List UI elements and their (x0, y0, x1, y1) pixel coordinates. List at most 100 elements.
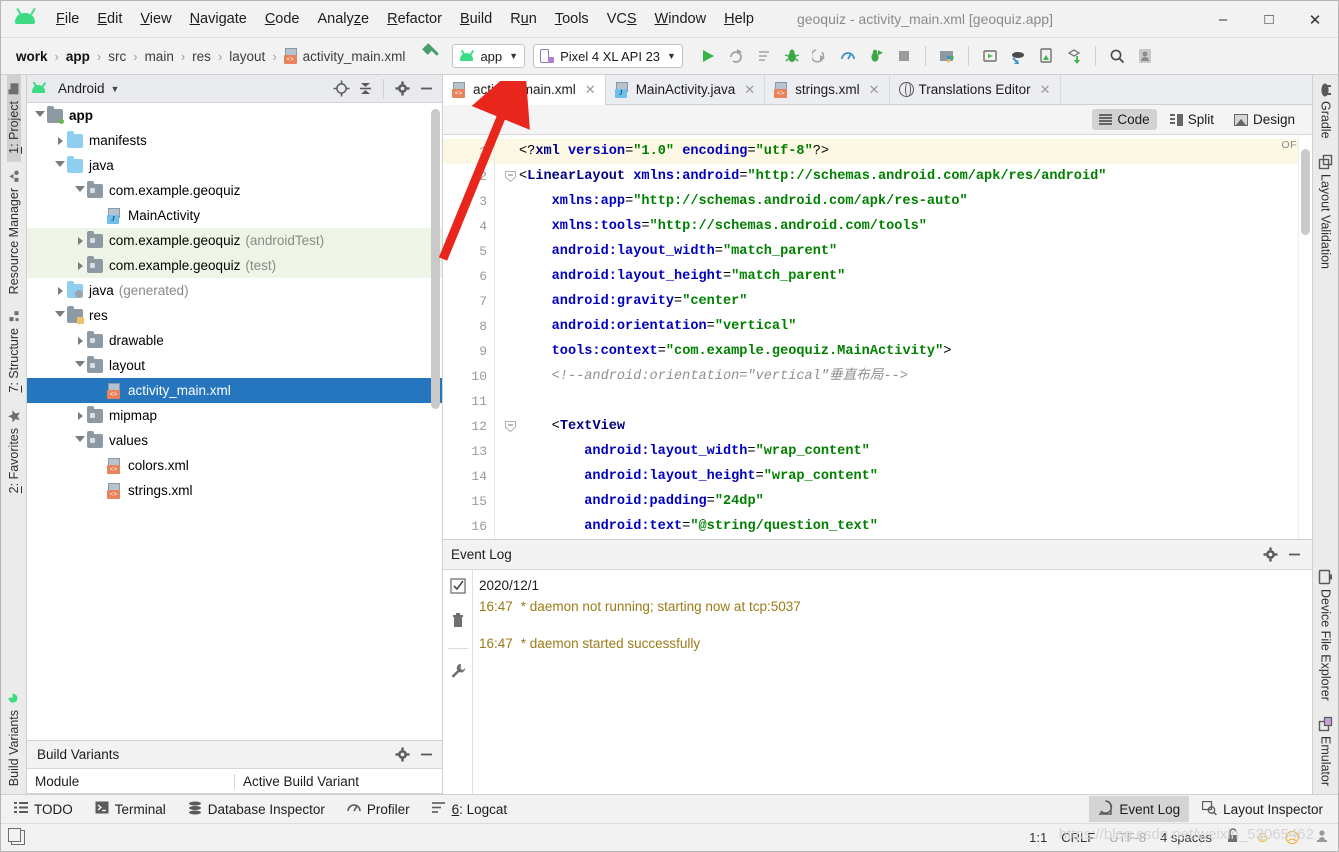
chevron-right-icon[interactable] (73, 261, 87, 270)
code-line[interactable]: <?xml version="1.0" encoding="utf-8"?> (495, 139, 1298, 164)
mark-read-icon[interactable] (449, 578, 466, 599)
tree-item-layout[interactable]: layout (27, 353, 442, 378)
code-line[interactable] (495, 389, 1298, 414)
breadcrumb-item-res[interactable]: res (189, 49, 214, 64)
code-line[interactable]: <LinearLayout xmlns:android="http://sche… (495, 164, 1298, 189)
locate-icon[interactable] (329, 78, 353, 100)
bottom-tab-event-log[interactable]: Event Log (1089, 796, 1190, 822)
file-encoding[interactable]: UTF-8 (1109, 830, 1146, 845)
tree-item-app[interactable]: app (27, 103, 442, 128)
bottom-tab-layout-inspector[interactable]: Layout Inspector (1193, 797, 1332, 822)
chevron-down-icon[interactable] (73, 360, 87, 371)
menu-item-analyze[interactable]: Analyze (309, 8, 379, 30)
menu-item-vcs[interactable]: VCS (598, 8, 646, 30)
avd-manager-icon[interactable] (977, 43, 1003, 69)
menu-item-run[interactable]: Run (501, 8, 546, 30)
happy-face-icon[interactable]: ☺ (1255, 829, 1270, 846)
chevron-down-icon[interactable] (53, 310, 67, 321)
code-line[interactable]: android:layout_width="match_parent" (495, 239, 1298, 264)
breadcrumb-item-main[interactable]: main (142, 49, 177, 64)
tool-window-tab-2--favorites[interactable]: 2: Favorites (7, 401, 21, 501)
open-files-icon[interactable] (8, 828, 25, 845)
minimize-panel-icon[interactable] (414, 78, 438, 100)
minimize-panel-icon[interactable] (414, 744, 438, 766)
code-line[interactable]: <!--android:orientation="vertical"垂直布局--… (495, 364, 1298, 389)
tree-item-java[interactable]: java (generated) (27, 278, 442, 303)
run-icon[interactable] (695, 43, 721, 69)
tree-item-drawable[interactable]: drawable (27, 328, 442, 353)
code-text[interactable]: <?xml version="1.0" encoding="utf-8"?> <L… (495, 135, 1298, 539)
rerun-icon[interactable] (723, 43, 749, 69)
chevron-down-icon[interactable] (33, 110, 47, 121)
memory-indicator-icon[interactable] (1314, 828, 1330, 847)
tool-window-tab-device-file-explorer[interactable]: Device File Explorer (1318, 562, 1333, 709)
sync-gradle-icon[interactable] (1005, 43, 1031, 69)
chevron-right-icon[interactable] (73, 236, 87, 245)
code-line[interactable]: android:layout_height="wrap_content" (495, 464, 1298, 489)
tool-window-tab-layout-validation[interactable]: Layout Validation (1318, 147, 1333, 277)
settings-gear-icon[interactable] (390, 78, 414, 100)
apply-changes-icon[interactable] (751, 43, 777, 69)
attach-debugger-icon[interactable] (807, 43, 833, 69)
chevron-down-icon[interactable] (73, 185, 87, 196)
tree-item-colors-xml[interactable]: <> colors.xml (27, 453, 442, 478)
menu-item-refactor[interactable]: Refactor (378, 8, 451, 30)
bottom-tab-profiler[interactable]: Profiler (338, 797, 419, 821)
chevron-right-icon[interactable] (53, 136, 67, 145)
device-manager-icon[interactable] (1033, 43, 1059, 69)
trash-icon[interactable] (450, 613, 466, 634)
editor-tab-activity-main-xml[interactable]: <> activity_main.xml ✕ (443, 75, 606, 105)
code-line[interactable]: android:orientation="vertical" (495, 314, 1298, 339)
code-line[interactable]: xmlns:tools="http://schemas.android.com/… (495, 214, 1298, 239)
minimize-button[interactable]: – (1200, 1, 1246, 38)
line-separator[interactable]: CRLF (1061, 830, 1095, 845)
chevron-down-icon[interactable]: ▼ (111, 84, 120, 94)
make-project-icon[interactable] (422, 45, 444, 67)
unlocked-padlock-icon[interactable] (1226, 828, 1241, 847)
menu-item-view[interactable]: View (131, 8, 180, 30)
chevron-down-icon[interactable] (53, 160, 67, 171)
tree-item-res[interactable]: res (27, 303, 442, 328)
editor-tab-strings-xml[interactable]: <> strings.xml ✕ (765, 75, 890, 104)
chevron-down-icon[interactable] (73, 435, 87, 446)
close-icon[interactable]: ✕ (744, 82, 755, 98)
device-selector[interactable]: Pixel 4 XL API 23 ▼ (533, 44, 683, 68)
download-icon[interactable] (1061, 43, 1087, 69)
code-line[interactable]: android:padding="24dp" (495, 489, 1298, 514)
tool-window-tab-7--structure[interactable]: 7: Structure (7, 302, 21, 401)
tree-item-strings-xml[interactable]: <> strings.xml (27, 478, 442, 503)
editor-mode-design[interactable]: Design (1227, 109, 1302, 130)
tree-item-manifests[interactable]: manifests (27, 128, 442, 153)
chevron-right-icon[interactable] (73, 411, 87, 420)
collapse-all-icon[interactable] (353, 78, 377, 100)
run-with-coverage-icon[interactable] (863, 43, 889, 69)
code-line[interactable]: android:text="@string/question_text" (495, 514, 1298, 539)
code-line[interactable]: tools:context="com.example.geoquiz.MainA… (495, 339, 1298, 364)
menu-item-navigate[interactable]: Navigate (181, 8, 256, 30)
breadcrumb-item-app[interactable]: app (63, 49, 93, 64)
settings-gear-icon[interactable] (1258, 544, 1282, 566)
chevron-right-icon[interactable] (73, 336, 87, 345)
sdk-manager-icon[interactable] (934, 43, 960, 69)
tree-item-mainactivity[interactable]: J MainActivity (27, 203, 442, 228)
tree-item-com-example-geoquiz[interactable]: com.example.geoquiz (27, 178, 442, 203)
breadcrumb-item-activity-main-xml[interactable]: <> activity_main.xml (281, 48, 409, 64)
bottom-tab-6--logcat[interactable]: 6: Logcat (423, 797, 517, 821)
debug-icon[interactable] (779, 43, 805, 69)
tool-window-tab-emulator[interactable]: Emulator (1318, 709, 1333, 794)
close-icon[interactable]: ✕ (869, 82, 880, 98)
tree-item-com-example-geoquiz[interactable]: com.example.geoquiz (test) (27, 253, 442, 278)
code-line[interactable]: android:gravity="center" (495, 289, 1298, 314)
tool-window-tab-build-variants[interactable]: Build Variants (7, 684, 21, 794)
code-editor[interactable]: 1 2 3 4 5 6 7 8 9 10 11 12 13 14 15 16 <?xml version="1… (443, 135, 1312, 539)
bottom-tab-terminal[interactable]: Terminal (86, 797, 175, 821)
tool-window-tab-gradle[interactable]: Gradle (1318, 75, 1333, 147)
code-line[interactable]: android:layout_height="match_parent" (495, 264, 1298, 289)
run-configuration-selector[interactable]: app ▼ (452, 44, 526, 68)
menu-item-edit[interactable]: Edit (88, 8, 131, 30)
menu-item-code[interactable]: Code (256, 8, 309, 30)
sad-face-icon[interactable]: ☹ (1284, 829, 1300, 847)
tree-item-java[interactable]: java (27, 153, 442, 178)
close-icon[interactable]: ✕ (585, 82, 596, 98)
bottom-tab-todo[interactable]: TODO (5, 797, 82, 821)
